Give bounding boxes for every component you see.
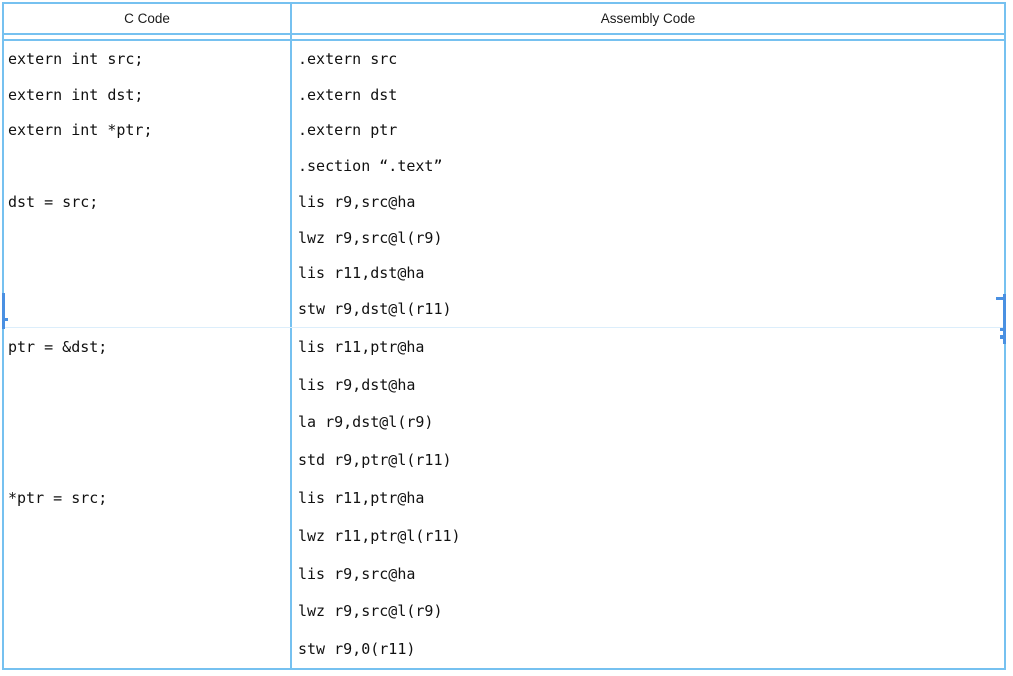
table-row: *ptr = src;lis r11,ptr@ha: [4, 479, 1004, 517]
table-row: extern int *ptr;.extern ptr: [4, 113, 1004, 149]
row-resize-tick-right-top[interactable]: [996, 297, 1006, 300]
asm-code-line: .section “.text”: [290, 148, 1004, 184]
asm-code-line: lwz r9,src@l(r9): [290, 593, 1004, 631]
column-header-c-code: C Code: [4, 4, 290, 33]
table-row: lwz r9,src@l(r9): [4, 220, 1004, 256]
c-code-line: [4, 148, 290, 184]
document-page: { "colors": { "table_border": "#76c1f0",…: [0, 0, 1013, 676]
table-row: lis r9,src@ha: [4, 555, 1004, 593]
asm-code-line: stw r9,dst@l(r11): [290, 291, 1004, 327]
c-code-line: extern int src;: [4, 41, 290, 77]
table-section-bottom: ptr = &dst;lis r11,ptr@halis r9,dst@hala…: [4, 327, 1004, 668]
table-row: lwz r11,ptr@l(r11): [4, 517, 1004, 555]
c-code-line: [4, 593, 290, 631]
asm-code-line: lis r11,dst@ha: [290, 256, 1004, 292]
c-code-line: [4, 441, 290, 479]
asm-code-line: stw r9,0(r11): [290, 630, 1004, 668]
c-code-line: dst = src;: [4, 184, 290, 220]
table-row: lis r11,dst@ha: [4, 256, 1004, 292]
asm-code-line: std r9,ptr@l(r11): [290, 441, 1004, 479]
table-row: stw r9,0(r11): [4, 630, 1004, 668]
asm-code-line: lis r11,ptr@ha: [290, 328, 1004, 366]
table-row: lwz r9,src@l(r9): [4, 593, 1004, 631]
table-row: extern int src;.extern src: [4, 41, 1004, 77]
asm-code-line: .extern src: [290, 41, 1004, 77]
asm-code-line: .extern dst: [290, 77, 1004, 113]
c-code-line: [4, 630, 290, 668]
c-code-line: [4, 291, 290, 327]
row-resize-tick-left[interactable]: [2, 318, 8, 321]
table-row: stw r9,dst@l(r11): [4, 291, 1004, 327]
table-row: std r9,ptr@l(r11): [4, 441, 1004, 479]
row-resize-handle-left[interactable]: [2, 293, 5, 329]
row-resize-tick-right-mid[interactable]: [1000, 328, 1006, 331]
table-header-row: C Code Assembly Code: [4, 4, 1004, 35]
c-code-line: [4, 220, 290, 256]
asm-code-line: lwz r9,src@l(r9): [290, 220, 1004, 256]
asm-code-line: la r9,dst@l(r9): [290, 404, 1004, 442]
c-code-line: [4, 256, 290, 292]
table-row: ptr = &dst;lis r11,ptr@ha: [4, 328, 1004, 366]
asm-code-line: lis r9,dst@ha: [290, 366, 1004, 404]
c-code-line: ptr = &dst;: [4, 328, 290, 366]
code-comparison-table: C Code Assembly Code extern int src;.ext…: [2, 2, 1006, 670]
column-header-assembly-code: Assembly Code: [290, 4, 1004, 33]
asm-code-line: lis r11,ptr@ha: [290, 479, 1004, 517]
table-row: .section “.text”: [4, 148, 1004, 184]
table-row: dst = src;lis r9,src@ha: [4, 184, 1004, 220]
asm-code-line: lis r9,src@ha: [290, 184, 1004, 220]
table-row: la r9,dst@l(r9): [4, 404, 1004, 442]
c-code-line: [4, 366, 290, 404]
c-code-line: [4, 517, 290, 555]
asm-code-line: lis r9,src@ha: [290, 555, 1004, 593]
table-row: lis r9,dst@ha: [4, 366, 1004, 404]
asm-code-line: lwz r11,ptr@l(r11): [290, 517, 1004, 555]
c-code-line: [4, 555, 290, 593]
table-row: extern int dst;.extern dst: [4, 77, 1004, 113]
row-resize-tick-right-bottom[interactable]: [1000, 335, 1006, 339]
asm-code-line: .extern ptr: [290, 113, 1004, 149]
c-code-line: extern int dst;: [4, 77, 290, 113]
table-section-top: extern int src;.extern srcextern int dst…: [4, 41, 1004, 327]
c-code-line: *ptr = src;: [4, 479, 290, 517]
c-code-line: extern int *ptr;: [4, 113, 290, 149]
c-code-line: [4, 404, 290, 442]
